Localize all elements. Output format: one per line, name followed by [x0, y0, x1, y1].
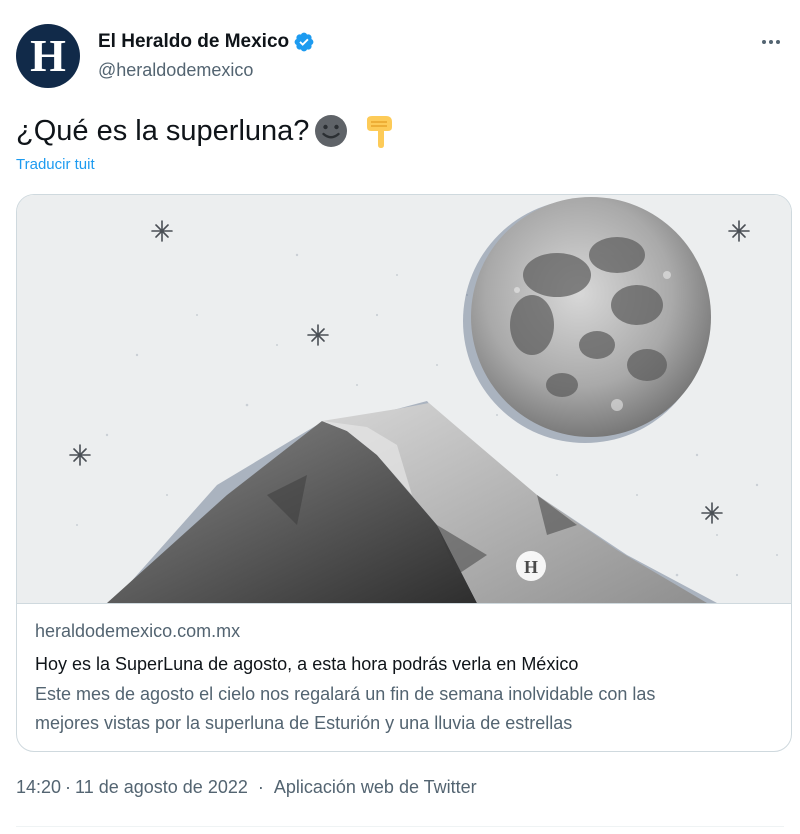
- card-description-line-1: Este mes de agosto el cielo nos regalará…: [35, 684, 656, 704]
- slightly-smiling-face-icon: [315, 115, 348, 147]
- card-watermark: H: [524, 557, 538, 577]
- verified-badge-icon: [294, 32, 314, 52]
- link-card[interactable]: H heraldodemexico.com.mx Hoy es la Super…: [16, 194, 792, 752]
- meta-separator: ·: [65, 777, 72, 797]
- tweet-source[interactable]: Aplicación web de Twitter: [274, 777, 477, 798]
- tweet-time[interactable]: 14:20: [16, 777, 61, 798]
- card-image[interactable]: H: [17, 195, 792, 603]
- tweet-text-content: ¿Qué es la superluna?: [16, 115, 310, 147]
- author-block: El Heraldo de Mexico @heraldodemexico: [98, 30, 315, 81]
- tweet-text: ¿Qué es la superluna?: [16, 112, 399, 150]
- meta-separator: ·: [257, 777, 264, 797]
- card-meta[interactable]: heraldodemexico.com.mx Hoy es la SuperLu…: [17, 603, 791, 751]
- card-title: Hoy es la SuperLuna de agosto, a esta ho…: [35, 654, 579, 674]
- author-name[interactable]: El Heraldo de Mexico: [98, 31, 289, 53]
- tweet-meta: 14:20 · 11 de agosto de 2022 · Aplicació…: [16, 777, 477, 798]
- author-handle[interactable]: @heraldodemexico: [98, 60, 315, 81]
- card-description-line-2: mejores vistas por la superluna de Estur…: [35, 713, 573, 733]
- tweet-date[interactable]: 11 de agosto de 2022: [75, 777, 248, 798]
- more-options-icon[interactable]: [756, 30, 786, 54]
- backhand-index-pointing-down-icon: [367, 116, 393, 148]
- divider: [16, 826, 784, 827]
- translate-link[interactable]: Traducir tuit: [16, 156, 95, 173]
- card-domain: heraldodemexico.com.mx: [35, 621, 241, 641]
- avatar-letter: H: [30, 30, 66, 81]
- avatar[interactable]: H: [16, 24, 80, 88]
